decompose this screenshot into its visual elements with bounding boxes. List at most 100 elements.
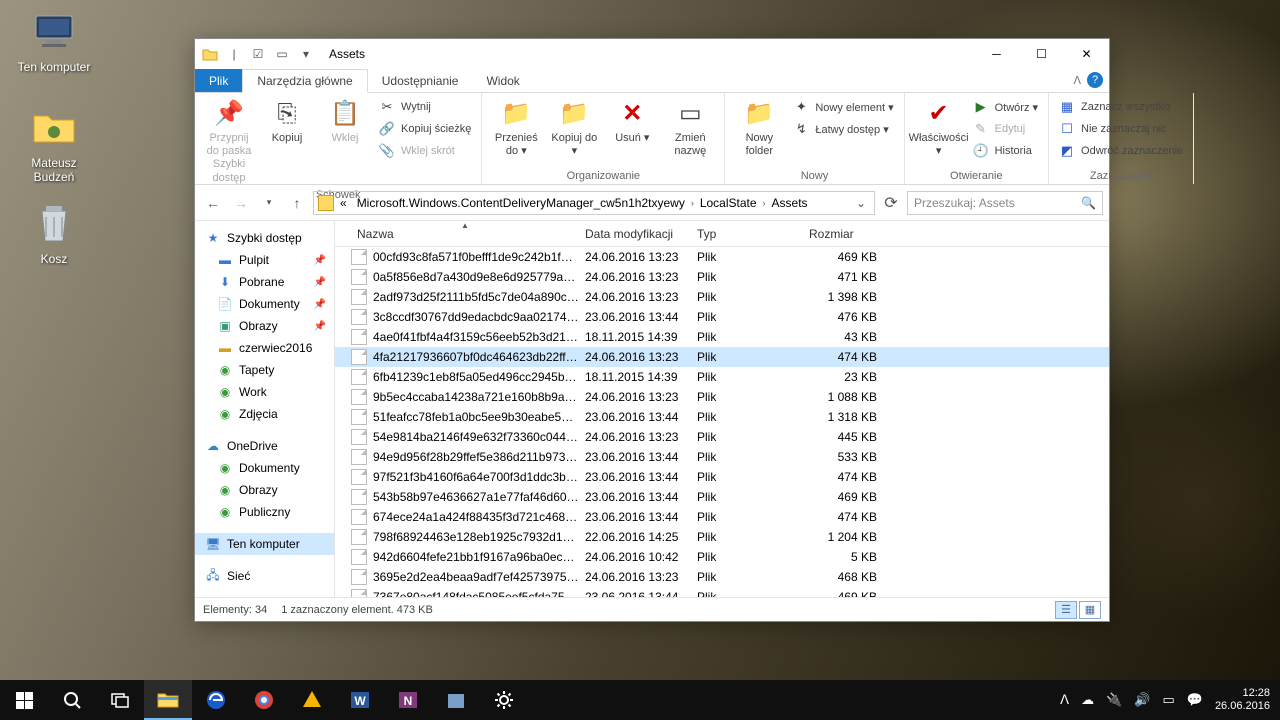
newitem-button[interactable]: ✦Nowy element ▾: [789, 96, 897, 118]
tray-notifications-icon[interactable]: 💬: [1187, 692, 1203, 708]
taskbar[interactable]: W N ᐱ ☁ 🔌 🔊 ▭ 💬 12:28 26.06.2016: [0, 680, 1280, 720]
table-row[interactable]: 2adf973d25f2111b5fd5c7de04a890c97c79...2…: [335, 287, 1109, 307]
taskbar-app[interactable]: [288, 680, 336, 720]
taskbar-app[interactable]: [432, 680, 480, 720]
refresh-button[interactable]: ⟳: [879, 191, 903, 215]
tray-clock[interactable]: 12:28 26.06.2016: [1215, 687, 1270, 713]
nav-folder[interactable]: ◉Work: [195, 381, 334, 403]
cortana-button[interactable]: [48, 680, 96, 720]
table-row[interactable]: 543b58b97e4636627a1e77faf46d60891e35...2…: [335, 487, 1109, 507]
nav-network[interactable]: 🖧Sieć: [195, 565, 334, 587]
tab-view[interactable]: Widok: [472, 69, 533, 92]
taskbar-onenote[interactable]: N: [384, 680, 432, 720]
nav-folder[interactable]: ◉Tapety: [195, 359, 334, 381]
taskbar-settings[interactable]: [480, 680, 528, 720]
properties-button[interactable]: ✔Właściwości ▾: [911, 96, 967, 160]
delete-button[interactable]: ✕Usuń ▾: [604, 96, 660, 147]
edit-button[interactable]: ✎Edytuj: [969, 118, 1042, 140]
tray-language-icon[interactable]: ▭: [1162, 692, 1174, 708]
close-button[interactable]: ✕: [1064, 40, 1109, 69]
breadcrumb-seg[interactable]: Microsoft.Windows.ContentDeliveryManager…: [353, 196, 689, 210]
cut-button[interactable]: ✂Wytnij: [375, 96, 475, 118]
col-size[interactable]: Rozmiar: [803, 227, 883, 241]
breadcrumb-seg[interactable]: Assets: [768, 196, 812, 210]
col-type[interactable]: Typ: [691, 227, 803, 241]
selectnone-button[interactable]: ☐Nie zaznaczaj nic: [1055, 118, 1187, 140]
view-details-button[interactable]: ☰: [1055, 601, 1077, 619]
nav-desktop[interactable]: ▬Pulpit📌: [195, 249, 334, 271]
tray-volume-icon[interactable]: 🔊: [1134, 692, 1150, 708]
table-row[interactable]: 4ae0f41fbf4a4f3159c56eeb52b3d2138804...1…: [335, 327, 1109, 347]
help-icon[interactable]: ?: [1087, 72, 1103, 88]
forward-button[interactable]: →: [229, 191, 253, 215]
desktop-icon-recyclebin[interactable]: Kosz: [16, 200, 92, 266]
tab-file[interactable]: Plik: [195, 69, 242, 92]
table-row[interactable]: 00cfd93c8fa571f0befff1de9c242b1f0318e...…: [335, 247, 1109, 267]
view-largeicons-button[interactable]: ▦: [1079, 601, 1101, 619]
ribbon-collapse-icon[interactable]: ᐱ: [1073, 74, 1081, 87]
pasteshortcut-button[interactable]: 📎Wklej skrót: [375, 140, 475, 162]
moveto-button[interactable]: 📁Przenieś do ▾: [488, 96, 544, 160]
taskbar-chrome[interactable]: [240, 680, 288, 720]
back-button[interactable]: ←: [201, 191, 225, 215]
nav-downloads[interactable]: ⬇Pobrane📌: [195, 271, 334, 293]
nav-folder[interactable]: ▬czerwiec2016: [195, 337, 334, 359]
breadcrumb-seg[interactable]: LocalState: [696, 196, 761, 210]
table-row[interactable]: 3695e2d2ea4beaa9adf7ef425739751d3315...2…: [335, 567, 1109, 587]
nav-documents[interactable]: 📄Dokumenty📌: [195, 293, 334, 315]
easyaccess-button[interactable]: ↯Łatwy dostęp ▾: [789, 118, 897, 140]
table-row[interactable]: 942d6604fefe21bb1f9167a96ba0ec6ceaee...2…: [335, 547, 1109, 567]
history-button[interactable]: 🕘Historia: [969, 140, 1042, 162]
table-row[interactable]: 51feafcc78feb1a0bc5ee9b30eabe5dcd8ab...2…: [335, 407, 1109, 427]
taskview-button[interactable]: [96, 680, 144, 720]
paste-button[interactable]: 📋Wklej: [317, 96, 373, 147]
table-row[interactable]: 7367e80acf148fdac5085eef5cfda75dc7236...…: [335, 587, 1109, 597]
qat-properties-icon[interactable]: ☑: [247, 43, 269, 65]
chevron-right-icon[interactable]: ›: [691, 198, 694, 208]
col-date[interactable]: Data modyfikacji: [579, 227, 691, 241]
open-button[interactable]: ▶Otwórz ▾: [969, 96, 1042, 118]
nav-folder[interactable]: ◉Dokumenty: [195, 457, 334, 479]
nav-pane[interactable]: ★Szybki dostęp ▬Pulpit📌 ⬇Pobrane📌 📄Dokum…: [195, 221, 335, 597]
col-name[interactable]: Nazwa▲: [351, 227, 579, 241]
table-row[interactable]: 674ece24a1a424f88435f3d721c468d2b5f1...2…: [335, 507, 1109, 527]
tab-home[interactable]: Narzędzia główne: [242, 69, 367, 93]
copy-button[interactable]: ⎘Kopiuj: [259, 96, 315, 147]
table-row[interactable]: 798f68924463e128eb1925c7932d146b678c...2…: [335, 527, 1109, 547]
pin-quickaccess-button[interactable]: 📌Przypnij do paska Szybki dostęp: [201, 96, 257, 187]
nav-thispc[interactable]: 🖥Ten komputer: [195, 533, 334, 555]
breadcrumb-prefix[interactable]: «: [336, 196, 351, 210]
up-button[interactable]: ↑: [285, 191, 309, 215]
nav-folder[interactable]: ◉Obrazy: [195, 479, 334, 501]
copyto-button[interactable]: 📁Kopiuj do ▾: [546, 96, 602, 160]
maximize-button[interactable]: ☐: [1019, 40, 1064, 69]
table-row[interactable]: 9b5ec4ccaba14238a721e160b8b9a0fe9e1...24…: [335, 387, 1109, 407]
search-input[interactable]: Przeszukaj: Assets 🔍: [907, 191, 1103, 215]
nav-quickaccess[interactable]: ★Szybki dostęp: [195, 227, 334, 249]
copypath-button[interactable]: 🔗Kopiuj ścieżkę: [375, 118, 475, 140]
nav-onedrive[interactable]: ☁OneDrive: [195, 435, 334, 457]
table-row[interactable]: 4fa21217936607bf0dc464623db22ffcf9726...…: [335, 347, 1109, 367]
table-row[interactable]: 0a5f856e8d7a430d9e8e6d925779aeda584...24…: [335, 267, 1109, 287]
invert-button[interactable]: ◩Odwróć zaznaczenie: [1055, 140, 1187, 162]
address-bar[interactable]: « Microsoft.Windows.ContentDeliveryManag…: [313, 191, 875, 215]
nav-pictures[interactable]: ▣Obrazy📌: [195, 315, 334, 337]
rename-button[interactable]: ▭Zmień nazwę: [662, 96, 718, 160]
tray-network-icon[interactable]: 🔌: [1106, 692, 1122, 708]
tray-chevron-icon[interactable]: ᐱ: [1060, 692, 1069, 708]
table-row[interactable]: 6fb41239c1eb8f5a05ed496cc2945b6b05e9...1…: [335, 367, 1109, 387]
tray-onedrive-icon[interactable]: ☁: [1081, 692, 1094, 708]
newfolder-button[interactable]: 📁Nowy folder: [731, 96, 787, 160]
taskbar-edge[interactable]: [192, 680, 240, 720]
minimize-button[interactable]: ─: [974, 40, 1019, 69]
qat-dropdown-icon[interactable]: ▾: [295, 43, 317, 65]
desktop-icon-userfolder[interactable]: Mateusz Budzeń: [16, 104, 92, 184]
desktop-icon-computer[interactable]: Ten komputer: [16, 8, 92, 74]
qat-newfolder-icon[interactable]: ▭: [271, 43, 293, 65]
table-row[interactable]: 54e9814ba2146f49e632f73360c044183a1e...2…: [335, 427, 1109, 447]
taskbar-explorer[interactable]: [144, 680, 192, 720]
address-dropdown-icon[interactable]: ⌄: [852, 196, 870, 210]
tab-share[interactable]: Udostępnianie: [368, 69, 473, 92]
chevron-right-icon[interactable]: ›: [763, 198, 766, 208]
start-button[interactable]: [0, 680, 48, 720]
